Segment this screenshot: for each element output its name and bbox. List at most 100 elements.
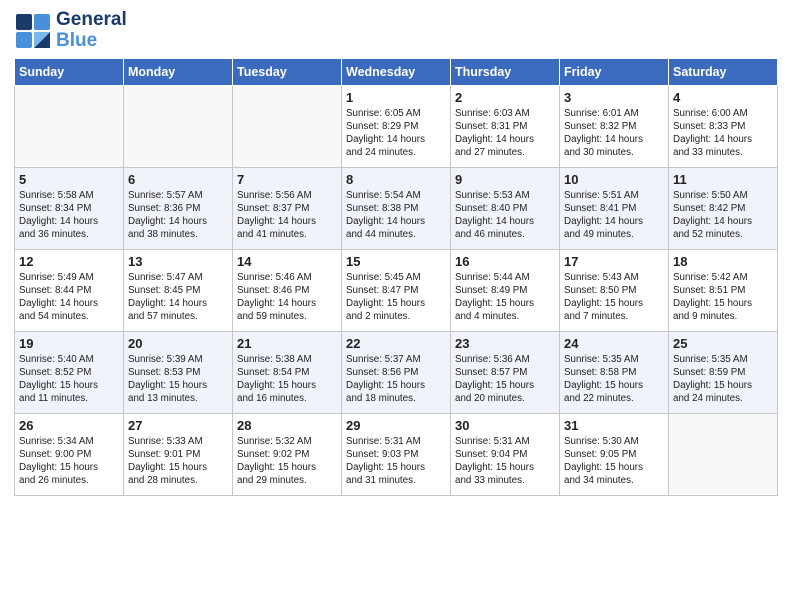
calendar-table: SundayMondayTuesdayWednesdayThursdayFrid… xyxy=(14,58,778,496)
logo-icon xyxy=(14,12,52,50)
calendar-cell: 9Sunrise: 5:53 AM Sunset: 8:40 PM Daylig… xyxy=(451,167,560,249)
calendar-cell: 28 Sunrise: 5:32 AM Sunset: 9:02 PM Dayli… xyxy=(233,413,342,495)
day-number: 16 xyxy=(455,254,555,269)
day-number: 13 xyxy=(128,254,228,269)
header-day: Sunday xyxy=(15,58,124,85)
calendar-cell: 13 Sunrise: 5:47 AM Sunset: 8:45 PM Dayli… xyxy=(124,249,233,331)
day-number: 26 xyxy=(19,418,119,433)
cell-info: Sunrise: 5:44 AM Sunset: 8:49 PM Dayligh… xyxy=(455,271,555,324)
cell-info: Sunrise: 5:39 AM Sunset: 8:53 PM Dayligh… xyxy=(128,353,228,406)
cell-info: Sunrise: 5:32 AM Sunset: 9:02 PM Dayligh… xyxy=(237,435,337,488)
cell-info: Sunrise: 5:42 AM Sunset: 8:51 PM Dayligh… xyxy=(673,271,773,324)
cell-info: Sunrise: 5:50 AM Sunset: 8:42 PM Dayligh… xyxy=(673,189,773,242)
calendar-cell: 22 Sunrise: 5:37 AM Sunset: 8:56 PM Dayli… xyxy=(342,331,451,413)
calendar-cell: 19 Sunrise: 5:40 AM Sunset: 8:52 PM Dayli… xyxy=(15,331,124,413)
calendar-cell: 17 Sunrise: 5:43 AM Sunset: 8:50 PM Dayli… xyxy=(560,249,669,331)
logo-line1: General xyxy=(56,10,127,31)
day-number: 20 xyxy=(128,336,228,351)
cell-info: Sunrise: 5:35 AM Sunset: 8:58 PM Dayligh… xyxy=(564,353,664,406)
day-number: 5 xyxy=(19,172,119,187)
calendar-cell: 4 Sunrise: 6:00 AM Sunset: 8:33 PM Daylig… xyxy=(669,85,778,167)
cell-info: Sunrise: 5:37 AM Sunset: 8:56 PM Dayligh… xyxy=(346,353,446,406)
day-number: 1 xyxy=(346,90,446,105)
header-day: Saturday xyxy=(669,58,778,85)
header-day: Monday xyxy=(124,58,233,85)
cell-info: Sunrise: 5:33 AM Sunset: 9:01 PM Dayligh… xyxy=(128,435,228,488)
calendar-cell: 12 Sunrise: 5:49 AM Sunset: 8:44 PM Dayli… xyxy=(15,249,124,331)
cell-info: Sunrise: 5:40 AM Sunset: 8:52 PM Dayligh… xyxy=(19,353,119,406)
day-number: 27 xyxy=(128,418,228,433)
day-number: 19 xyxy=(19,336,119,351)
calendar-cell: 15 Sunrise: 5:45 AM Sunset: 8:47 PM Dayli… xyxy=(342,249,451,331)
calendar-cell xyxy=(124,85,233,167)
day-number: 31 xyxy=(564,418,664,433)
calendar-cell: 26 Sunrise: 5:34 AM Sunset: 9:00 PM Dayli… xyxy=(15,413,124,495)
day-number: 24 xyxy=(564,336,664,351)
cell-info: Sunrise: 5:45 AM Sunset: 8:47 PM Dayligh… xyxy=(346,271,446,324)
calendar-cell xyxy=(233,85,342,167)
day-number: 6 xyxy=(128,172,228,187)
day-number: 4 xyxy=(673,90,773,105)
cell-info: Sunrise: 5:56 AM Sunset: 8:37 PM Dayligh… xyxy=(237,189,337,242)
cell-info: Sunrise: 5:47 AM Sunset: 8:45 PM Dayligh… xyxy=(128,271,228,324)
calendar-cell: 24 Sunrise: 5:35 AM Sunset: 8:58 PM Dayli… xyxy=(560,331,669,413)
cell-info: Sunrise: 5:51 AM Sunset: 8:41 PM Dayligh… xyxy=(564,189,664,242)
calendar-cell: 25Sunrise: 5:35 AM Sunset: 8:59 PM Dayli… xyxy=(669,331,778,413)
day-number: 15 xyxy=(346,254,446,269)
day-number: 28 xyxy=(237,418,337,433)
logo-line2: Blue xyxy=(56,31,127,52)
day-number: 22 xyxy=(346,336,446,351)
calendar-cell: 20 Sunrise: 5:39 AM Sunset: 8:53 PM Dayli… xyxy=(124,331,233,413)
calendar-cell: 11Sunrise: 5:50 AM Sunset: 8:42 PM Dayli… xyxy=(669,167,778,249)
calendar-cell: 31 Sunrise: 5:30 AM Sunset: 9:05 PM Dayli… xyxy=(560,413,669,495)
day-number: 3 xyxy=(564,90,664,105)
calendar-row: 1 Sunrise: 6:05 AM Sunset: 8:29 PM Daylig… xyxy=(15,85,778,167)
cell-info: Sunrise: 5:34 AM Sunset: 9:00 PM Dayligh… xyxy=(19,435,119,488)
header-day: Friday xyxy=(560,58,669,85)
calendar-cell: 30Sunrise: 5:31 AM Sunset: 9:04 PM Dayli… xyxy=(451,413,560,495)
page: General Blue SundayMondayTuesdayWednesda… xyxy=(0,0,792,612)
calendar-cell: 2 Sunrise: 6:03 AM Sunset: 8:31 PM Daylig… xyxy=(451,85,560,167)
cell-info: Sunrise: 5:30 AM Sunset: 9:05 PM Dayligh… xyxy=(564,435,664,488)
cell-info: Sunrise: 5:58 AM Sunset: 8:34 PM Dayligh… xyxy=(19,189,119,242)
calendar-row: 26 Sunrise: 5:34 AM Sunset: 9:00 PM Dayli… xyxy=(15,413,778,495)
day-number: 23 xyxy=(455,336,555,351)
calendar-row: 19 Sunrise: 5:40 AM Sunset: 8:52 PM Dayli… xyxy=(15,331,778,413)
cell-info: Sunrise: 6:05 AM Sunset: 8:29 PM Dayligh… xyxy=(346,107,446,160)
cell-info: Sunrise: 5:49 AM Sunset: 8:44 PM Dayligh… xyxy=(19,271,119,324)
calendar-cell xyxy=(15,85,124,167)
cell-info: Sunrise: 6:03 AM Sunset: 8:31 PM Dayligh… xyxy=(455,107,555,160)
calendar-cell: 7 Sunrise: 5:56 AM Sunset: 8:37 PM Daylig… xyxy=(233,167,342,249)
day-number: 29 xyxy=(346,418,446,433)
header-day: Wednesday xyxy=(342,58,451,85)
calendar-cell: 1 Sunrise: 6:05 AM Sunset: 8:29 PM Daylig… xyxy=(342,85,451,167)
header-row: SundayMondayTuesdayWednesdayThursdayFrid… xyxy=(15,58,778,85)
cell-info: Sunrise: 5:38 AM Sunset: 8:54 PM Dayligh… xyxy=(237,353,337,406)
day-number: 18 xyxy=(673,254,773,269)
calendar-cell: 23 Sunrise: 5:36 AM Sunset: 8:57 PM Dayli… xyxy=(451,331,560,413)
cell-info: Sunrise: 5:43 AM Sunset: 8:50 PM Dayligh… xyxy=(564,271,664,324)
day-number: 21 xyxy=(237,336,337,351)
day-number: 17 xyxy=(564,254,664,269)
day-number: 2 xyxy=(455,90,555,105)
calendar-cell: 14Sunrise: 5:46 AM Sunset: 8:46 PM Dayli… xyxy=(233,249,342,331)
calendar-row: 12 Sunrise: 5:49 AM Sunset: 8:44 PM Dayli… xyxy=(15,249,778,331)
day-number: 12 xyxy=(19,254,119,269)
day-number: 10 xyxy=(564,172,664,187)
day-number: 25 xyxy=(673,336,773,351)
day-number: 9 xyxy=(455,172,555,187)
calendar-cell: 21 Sunrise: 5:38 AM Sunset: 8:54 PM Dayli… xyxy=(233,331,342,413)
cell-info: Sunrise: 6:00 AM Sunset: 8:33 PM Dayligh… xyxy=(673,107,773,160)
cell-info: Sunrise: 5:36 AM Sunset: 8:57 PM Dayligh… xyxy=(455,353,555,406)
header-day: Thursday xyxy=(451,58,560,85)
calendar-cell: 18 Sunrise: 5:42 AM Sunset: 8:51 PM Dayli… xyxy=(669,249,778,331)
day-number: 14 xyxy=(237,254,337,269)
calendar-cell: 8Sunrise: 5:54 AM Sunset: 8:38 PM Daylig… xyxy=(342,167,451,249)
logo: General Blue xyxy=(14,10,127,52)
header: General Blue xyxy=(14,10,778,52)
calendar-cell: 29 Sunrise: 5:31 AM Sunset: 9:03 PM Dayli… xyxy=(342,413,451,495)
day-number: 7 xyxy=(237,172,337,187)
calendar-row: 5 Sunrise: 5:58 AM Sunset: 8:34 PM Daylig… xyxy=(15,167,778,249)
cell-info: Sunrise: 5:31 AM Sunset: 9:03 PM Dayligh… xyxy=(346,435,446,488)
day-number: 30 xyxy=(455,418,555,433)
